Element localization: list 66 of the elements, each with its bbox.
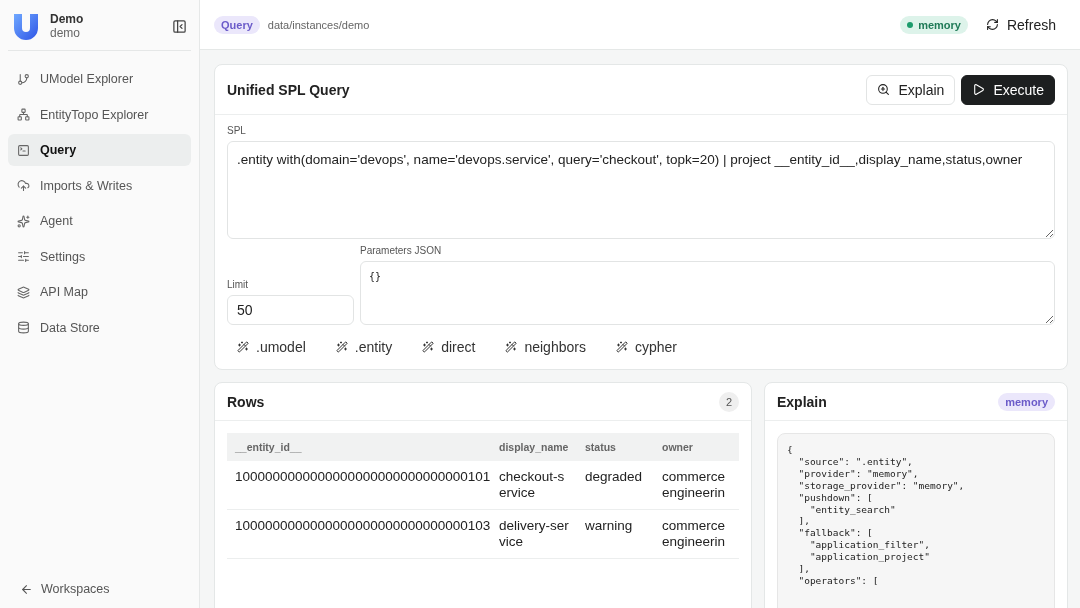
template-button[interactable]: .umodel — [227, 337, 316, 357]
back-icon — [20, 582, 33, 596]
table-cell: checkout-service — [491, 461, 577, 510]
provider-badge: memory — [998, 392, 1055, 411]
template-button[interactable]: direct — [412, 337, 486, 357]
sidebar-item[interactable]: Query — [8, 134, 191, 166]
workspace-slug: demo — [50, 26, 82, 40]
table-cell: delivery-service — [491, 509, 577, 559]
wand-icon — [422, 341, 435, 353]
sidebar-item[interactable]: Imports & Writes — [8, 169, 191, 202]
template-button[interactable]: .entity — [325, 337, 403, 357]
wand-icon — [335, 341, 348, 353]
status-badge: memory — [900, 15, 968, 34]
wand-icon — [237, 341, 249, 353]
card-title: Unified SPL Query — [227, 81, 350, 98]
column-header[interactable]: __entity_id__ — [227, 433, 491, 461]
template-button[interactable]: cypher — [605, 337, 687, 357]
field-label: Limit — [227, 279, 250, 290]
field-label: Parameters JSON — [360, 245, 443, 256]
table-cell: warning — [577, 509, 654, 559]
sparkles-icon — [17, 214, 30, 228]
wand-icon — [505, 341, 518, 353]
card-title: Rows — [227, 393, 265, 410]
column-header[interactable]: display_name — [491, 433, 577, 461]
sidebar-item[interactable]: Data Store — [8, 311, 191, 344]
status-dot-icon — [907, 21, 914, 28]
sliders-icon — [17, 250, 30, 263]
sidebar-item[interactable]: API Map — [8, 276, 191, 308]
table-cell: degraded — [577, 461, 654, 510]
execute-button[interactable]: Execute — [961, 74, 1055, 105]
sidebar-item[interactable]: UModel Explorer — [8, 63, 191, 95]
template-button[interactable]: neighbors — [495, 337, 596, 357]
play-icon — [972, 83, 986, 96]
workspace-name: Demo — [50, 12, 85, 26]
refresh-icon — [985, 18, 999, 31]
table-cell: commerce engineerin — [654, 509, 739, 559]
explain-button[interactable]: Explain — [866, 74, 956, 105]
terminal-icon — [17, 143, 30, 157]
wand-icon — [615, 341, 628, 353]
network-icon — [17, 108, 30, 121]
branch-icon — [17, 72, 30, 86]
logo-icon — [12, 12, 40, 40]
limit-input-field[interactable]: 50 — [227, 295, 354, 325]
cloud-upload-icon — [17, 179, 30, 192]
explain-code-block: { "source": ".entity", "provider": "memory", "storage_provider": "memory", "pushdown": [ "entity_search" ], "fallback": [ "application_filter", "application_project" ], "operators": [ — [777, 433, 1055, 608]
column-header[interactable]: owner — [654, 433, 739, 461]
sidebar-item[interactable]: Agent — [8, 205, 191, 237]
table-cell: 1000000000000000000000000000000101 — [227, 461, 491, 510]
parameters-input-field[interactable]: {} — [360, 261, 1055, 325]
breadcrumb-path: data/instances/demo — [267, 18, 371, 31]
database-icon — [17, 321, 30, 334]
table-cell: commerce engineerin — [654, 461, 739, 510]
layers-icon — [17, 285, 30, 299]
sidebar-toggle-icon[interactable] — [172, 18, 187, 34]
sidebar-item[interactable]: Settings — [8, 240, 191, 273]
field-label: SPL — [227, 125, 247, 136]
column-header[interactable]: status — [577, 433, 654, 461]
sidebar-item[interactable]: EntityTopo Explorer — [8, 98, 191, 131]
workspaces-link[interactable]: Workspaces — [8, 582, 191, 596]
table-cell: 1000000000000000000000000000000103 — [227, 509, 491, 559]
zoom-icon — [877, 83, 891, 96]
card-title: Explain — [777, 393, 827, 410]
refresh-button[interactable]: Refresh — [975, 10, 1066, 39]
spl-input-field[interactable]: .entity with(domain='devops', name='devops.service', query='checkout', topk=20) | project __entity_id__,display_name,status,owner — [227, 141, 1055, 239]
page-badge: Query — [214, 15, 260, 34]
row-count-badge: 2 — [719, 391, 739, 412]
